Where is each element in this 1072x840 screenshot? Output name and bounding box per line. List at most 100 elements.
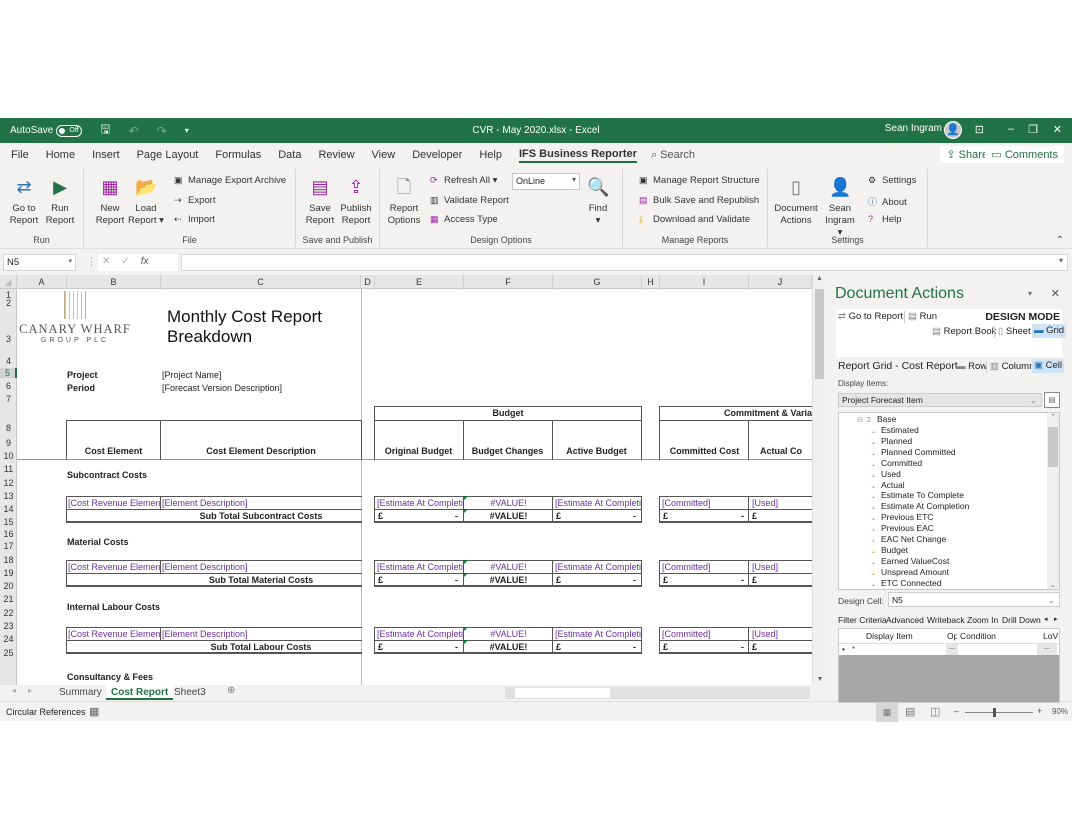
element-description-cell[interactable]: [Element Description] — [162, 561, 360, 573]
sheet-tab-summary[interactable]: Summary — [54, 685, 107, 700]
tab-formulas[interactable]: Formulas — [215, 149, 261, 161]
col-header-h[interactable]: H — [642, 275, 660, 289]
pane-options-icon[interactable]: ▾ — [1028, 289, 1032, 298]
export-button[interactable]: ⇢ Export — [174, 195, 215, 206]
tree-item[interactable]: ⫠ Budget — [871, 545, 908, 556]
row-header-4[interactable]: 4 — [0, 356, 17, 366]
col-header-a[interactable]: A — [17, 275, 67, 289]
row-header-24[interactable]: 24 — [0, 634, 17, 644]
col-header-j[interactable]: J — [749, 275, 812, 289]
save-report-button[interactable]: ▤ Save Report — [302, 175, 338, 227]
committed-cell[interactable]: [Committed] — [662, 561, 748, 573]
subtotal-value[interactable]: - — [455, 641, 458, 653]
tree-item[interactable]: ⫠ Used — [871, 469, 901, 480]
tab-writeback[interactable]: Writeback — [927, 615, 965, 625]
op-ellipsis-button[interactable]: ... — [946, 644, 958, 655]
subtotal-value[interactable]: - — [633, 574, 636, 586]
cancel-icon[interactable]: ✕ — [102, 256, 121, 267]
search-box[interactable]: ⌕ Search — [651, 149, 695, 162]
page-layout-view-icon[interactable]: ▤ — [905, 705, 915, 718]
undo-icon[interactable]: ↶ — [129, 124, 139, 138]
subtotal-value[interactable]: - — [455, 574, 458, 586]
period-value[interactable]: [Forecast Version Description] — [162, 382, 282, 394]
tab-developer[interactable]: Developer — [412, 149, 462, 161]
row-header-17[interactable]: 17 — [0, 541, 17, 551]
element-description-cell[interactable]: [Element Description] — [162, 628, 360, 640]
tree-item[interactable]: ⫠ Estimate At Completion — [871, 501, 969, 512]
tree-item[interactable]: ⫠ Previous EAC — [871, 523, 934, 534]
tree-scrollbar[interactable]: ⌃ ⌄ — [1047, 413, 1059, 589]
tab-ifs-business-reporter[interactable]: IFS Business Reporter — [518, 148, 637, 163]
committed-cell[interactable]: [Committed] — [662, 628, 748, 640]
active-budget-cell[interactable]: [Estimate At Completion] — [555, 497, 642, 509]
grid-button[interactable]: ▬ Grid — [1032, 324, 1067, 338]
row-header-14[interactable]: 14 — [0, 504, 17, 514]
column-button[interactable]: ▥ Column — [986, 361, 1034, 373]
zoom-level[interactable]: 90% — [1052, 707, 1068, 716]
select-all-corner[interactable]: ◢ — [0, 275, 17, 289]
col-header-c[interactable]: C — [161, 275, 361, 289]
ribbon-display-icon[interactable]: ⊡ — [975, 123, 984, 136]
active-budget-cell[interactable]: [Estimate At Completion] — [555, 628, 642, 640]
tab-review[interactable]: Review — [318, 149, 354, 161]
document-actions-button[interactable]: ▯ Document Actions — [774, 175, 818, 227]
row-header-22[interactable]: 22 — [0, 608, 17, 618]
enter-icon[interactable]: ✓ — [121, 256, 140, 267]
subtotal-value[interactable]: - — [741, 510, 744, 522]
redo-icon[interactable]: ↷ — [157, 124, 167, 138]
prev-sheet-icon[interactable]: ◂ — [12, 686, 16, 695]
worksheet[interactable]: ◢ A B C D E F G H I J 1 2 3 4 5 6 7 8 9 10 11 12 13 1… — [0, 275, 826, 685]
tab-scroll-right-icon[interactable]: ▸ — [1054, 615, 1058, 623]
formula-input[interactable] — [181, 254, 1068, 271]
tab-data[interactable]: Data — [278, 149, 301, 161]
hscroll-thumb[interactable] — [515, 688, 610, 698]
user-menu-button[interactable]: 👤 Sean Ingram ▾ — [822, 175, 858, 239]
scroll-down-icon[interactable]: ⌄ — [1047, 581, 1059, 589]
row-header-23[interactable]: 23 — [0, 621, 17, 631]
budget-changes-cell[interactable]: #VALUE! — [464, 628, 553, 640]
subtotal-value[interactable]: - — [633, 510, 636, 522]
pane-run-button[interactable]: ▤ Run — [904, 311, 937, 323]
row-header-6[interactable]: 6 — [0, 381, 17, 391]
zoom-slider[interactable] — [965, 712, 1033, 713]
original-budget-cell[interactable]: [Estimate At Completio — [377, 628, 463, 640]
original-budget-cell[interactable]: [Estimate At Completio — [377, 561, 463, 573]
refresh-all-button[interactable]: ⟳ Refresh All ▾ — [430, 175, 497, 186]
find-button[interactable]: 🔍 Find ▾ — [580, 175, 616, 227]
insert-function-icon[interactable]: fx — [141, 256, 149, 267]
report-book-button[interactable]: ▤ Report Book — [932, 326, 996, 338]
settings-button[interactable]: ⚙ Settings — [868, 175, 916, 186]
tree-item[interactable]: ⫠ Estimate To Complete — [871, 490, 964, 501]
tree-item[interactable]: ⫠ ETC Connected — [871, 578, 941, 589]
col-header-f[interactable]: F — [464, 275, 553, 289]
row-header-25[interactable]: 25 — [0, 648, 17, 658]
tree-item[interactable]: ⫠ Planned — [871, 436, 912, 447]
row-header-10[interactable]: 10 — [0, 451, 17, 461]
actual-cell[interactable]: [Used] — [752, 628, 810, 640]
add-sheet-icon[interactable]: ⊕ — [227, 685, 235, 696]
tab-view[interactable]: View — [372, 149, 396, 161]
scroll-down-icon[interactable]: ▼ — [813, 676, 827, 683]
display-items-browse-icon[interactable]: ▤ — [1044, 392, 1060, 408]
row-header-7[interactable]: 7 — [0, 394, 17, 404]
element-description-cell[interactable]: [Element Description] — [162, 497, 360, 509]
tab-drill-down[interactable]: Drill Down — [1002, 615, 1041, 625]
row-header-19[interactable]: 19 — [0, 568, 17, 578]
restore-icon[interactable]: ❐ — [1028, 123, 1038, 136]
budget-changes-subtotal[interactable]: #VALUE! — [464, 574, 553, 586]
tree-item[interactable]: ⫠ EAC Net Change — [871, 534, 946, 545]
lov-ellipsis-button[interactable]: ... — [1037, 644, 1057, 655]
tree-node-base[interactable]: ⊟ Σ Base — [857, 414, 896, 424]
circular-references-status[interactable]: Circular References — [6, 707, 86, 717]
row-header-2[interactable]: 2 — [0, 298, 17, 308]
scroll-up-icon[interactable]: ▲ — [813, 275, 826, 282]
user-name[interactable]: Sean Ingram — [885, 123, 942, 134]
comments-button[interactable]: ▭ Comments — [985, 146, 1064, 163]
row-header-21[interactable]: 21 — [0, 594, 17, 604]
normal-view-icon[interactable]: ▦ — [876, 702, 898, 722]
tab-zoom-in[interactable]: Zoom In — [967, 615, 998, 625]
download-validate-button[interactable]: ⤓ Download and Validate — [639, 214, 750, 225]
pane-close-icon[interactable]: ✕ — [1051, 287, 1060, 300]
tree-item[interactable]: ⫠ Unspread Amount — [871, 567, 949, 578]
about-button[interactable]: ⓘ About — [868, 195, 907, 208]
